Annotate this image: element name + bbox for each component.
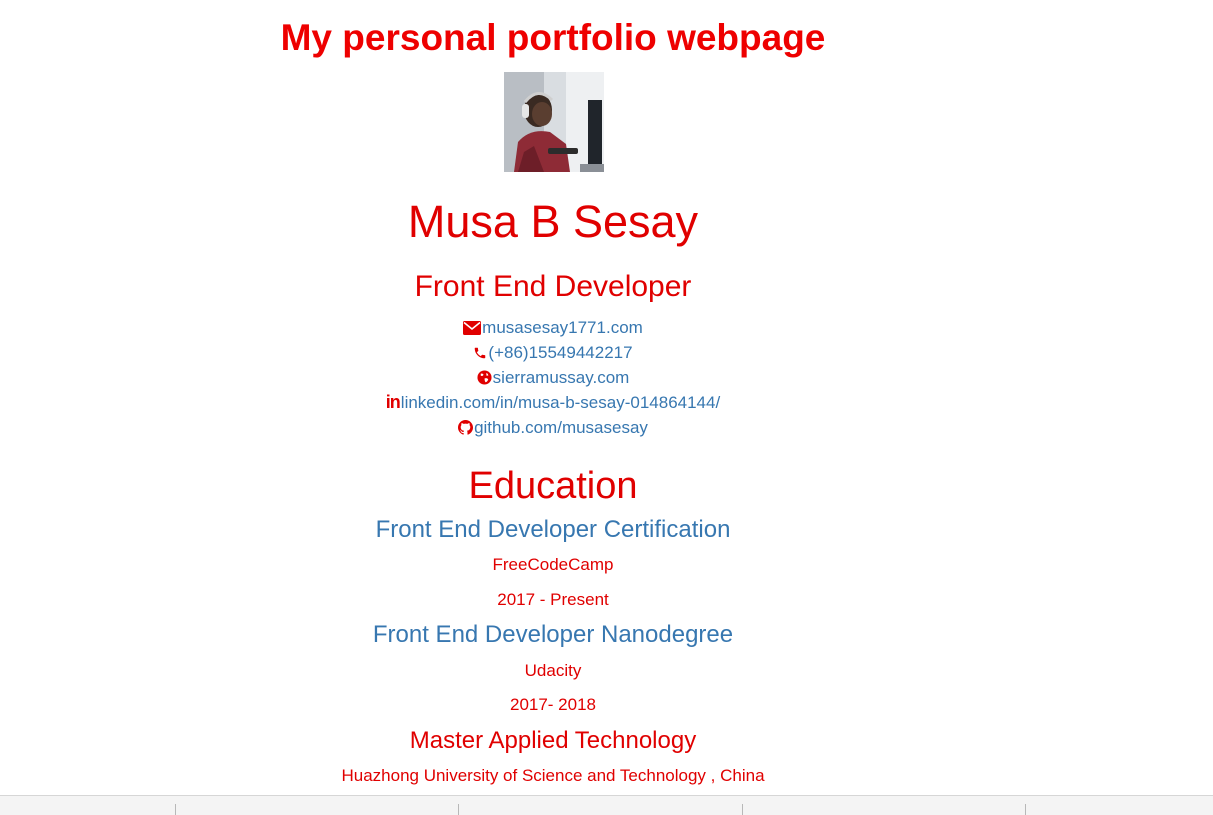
- phone-icon: [473, 346, 487, 360]
- github-link[interactable]: github.com/musasesay: [474, 415, 648, 440]
- profile-photo-image: [504, 72, 604, 172]
- website-link[interactable]: sierramussay.com: [493, 365, 630, 390]
- education-dates: 2017- 2018: [509, 695, 597, 714]
- phone-link[interactable]: (+86)15549442217: [488, 340, 632, 365]
- contact-phone: (+86)15549442217: [0, 340, 1106, 365]
- contact-website: sierramussay.com: [0, 365, 1106, 390]
- contact-email: musasesay1771.com: [0, 315, 1106, 340]
- email-link[interactable]: musasesay1771.com: [482, 315, 643, 340]
- linkedin-icon: in: [385, 392, 401, 412]
- contact-linkedin: in linkedin.com/in/musa-b-sesay-01486414…: [0, 390, 1106, 415]
- person-role: Front End Developer: [414, 270, 692, 303]
- panel-divider[interactable]: [458, 804, 459, 815]
- bottom-panel-bar: [0, 795, 1213, 815]
- education-school: Udacity: [524, 661, 582, 680]
- person-name: Musa B Sesay: [407, 196, 699, 247]
- profile-photo: [504, 72, 604, 172]
- education-school: Huazhong University of Science and Techn…: [341, 766, 765, 785]
- globe-icon: [477, 370, 492, 385]
- envelope-icon: [463, 320, 482, 335]
- education-dates: 2017 - Present: [497, 590, 609, 609]
- education-heading: Education: [468, 465, 638, 507]
- linkedin-link[interactable]: linkedin.com/in/musa-b-sesay-014864144/: [401, 390, 720, 415]
- panel-divider[interactable]: [742, 804, 743, 815]
- education-course: Master Applied Technology: [409, 727, 697, 754]
- contact-list: musasesay1771.com (+86)15549442217 sierr…: [0, 315, 1106, 440]
- portfolio-page: My personal portfolio webpage Musa B Ses…: [0, 0, 1213, 815]
- panel-divider[interactable]: [1025, 804, 1026, 815]
- contact-github: github.com/musasesay: [0, 415, 1106, 440]
- github-icon: [458, 420, 474, 435]
- education-school: FreeCodeCamp: [492, 555, 614, 574]
- panel-divider[interactable]: [175, 804, 176, 815]
- education-course: Front End Developer Nanodegree: [372, 621, 734, 648]
- page-title: My personal portfolio webpage: [280, 17, 826, 58]
- education-course: Front End Developer Certification: [375, 516, 731, 543]
